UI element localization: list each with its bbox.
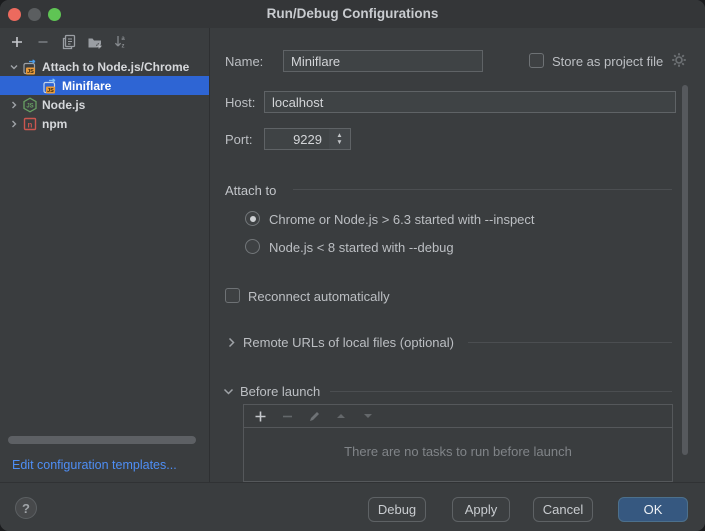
move-down-icon[interactable] xyxy=(361,409,375,423)
port-stepper[interactable]: ▲ ▼ xyxy=(329,128,351,150)
npm-icon: n xyxy=(22,116,38,132)
remote-urls-section-label[interactable]: Remote URLs of local files (optional) xyxy=(243,335,454,350)
before-launch-toolbar xyxy=(244,405,672,428)
apply-button[interactable]: Apply xyxy=(452,497,510,522)
help-button[interactable]: ? xyxy=(15,497,37,519)
reconnect-automatically-label: Reconnect automatically xyxy=(248,289,390,304)
svg-text:JS: JS xyxy=(47,88,54,94)
spinner-up-icon[interactable]: ▲ xyxy=(336,132,342,139)
gear-icon[interactable] xyxy=(671,52,687,68)
svg-text:a: a xyxy=(121,36,125,42)
copy-configuration-icon[interactable] xyxy=(61,34,77,50)
tree-item-label: Node.js xyxy=(42,98,85,112)
separator xyxy=(293,189,672,190)
remove-task-icon[interactable] xyxy=(280,409,294,423)
tree-item-label: Miniflare xyxy=(62,79,111,93)
edit-task-icon[interactable] xyxy=(307,409,321,423)
add-configuration-icon[interactable] xyxy=(9,34,25,50)
chevron-down-icon[interactable] xyxy=(223,386,234,397)
radio-node-debug[interactable] xyxy=(245,239,260,254)
before-launch-panel: There are no tasks to run before launch xyxy=(243,404,673,482)
radio-chrome-inspect[interactable] xyxy=(245,211,260,226)
host-label: Host: xyxy=(225,95,255,110)
spinner-down-icon[interactable]: ▼ xyxy=(336,139,342,146)
add-task-icon[interactable] xyxy=(253,409,267,423)
cancel-button[interactable]: Cancel xyxy=(533,497,593,522)
chevron-right-icon[interactable] xyxy=(6,119,22,129)
remove-configuration-icon[interactable] xyxy=(35,34,51,50)
before-launch-empty-text: There are no tasks to run before launch xyxy=(244,444,672,459)
sort-alphabetically-icon[interactable]: az xyxy=(113,34,129,50)
separator xyxy=(468,342,672,343)
new-folder-icon[interactable] xyxy=(87,34,103,50)
chevron-right-icon[interactable] xyxy=(6,100,22,110)
svg-text:JS: JS xyxy=(26,103,33,109)
attach-config-icon: JS xyxy=(42,78,58,94)
svg-text:z: z xyxy=(122,43,125,49)
port-input[interactable] xyxy=(264,128,330,150)
separator xyxy=(330,391,672,392)
sidebar-horizontal-scrollbar[interactable] xyxy=(8,436,196,444)
dialog-footer: ? Debug Apply Cancel OK xyxy=(0,482,705,531)
sidebar-toolbar: az xyxy=(0,28,209,55)
reconnect-automatically-checkbox[interactable] xyxy=(225,288,240,303)
chevron-right-icon[interactable] xyxy=(226,337,237,348)
tree-item-nodejs[interactable]: JS Node.js xyxy=(0,95,209,114)
attach-config-icon: JS xyxy=(22,59,38,75)
configurations-sidebar: az JS Attach to Node.js/Chrome JS Minifl… xyxy=(0,28,210,482)
tree-item-attach-group[interactable]: JS Attach to Node.js/Chrome xyxy=(0,57,209,76)
tree-item-npm[interactable]: n npm xyxy=(0,114,209,133)
store-as-project-file-checkbox[interactable] xyxy=(529,53,544,68)
move-up-icon[interactable] xyxy=(334,409,348,423)
chevron-down-icon[interactable] xyxy=(6,62,22,72)
store-as-project-file-label: Store as project file xyxy=(552,54,663,69)
svg-text:n: n xyxy=(28,120,33,129)
edit-configuration-templates-link[interactable]: Edit configuration templates... xyxy=(12,458,177,472)
run-debug-configurations-dialog: Run/Debug Configurations az xyxy=(0,0,705,531)
tree-item-label: npm xyxy=(42,117,67,131)
vertical-scrollbar[interactable] xyxy=(682,85,688,455)
name-input[interactable] xyxy=(283,50,483,72)
title-bar: Run/Debug Configurations xyxy=(0,0,705,28)
tree-item-label: Attach to Node.js/Chrome xyxy=(42,60,189,74)
ok-button[interactable]: OK xyxy=(618,497,688,522)
question-mark-icon: ? xyxy=(22,501,30,516)
radio-node-debug-label: Node.js < 8 started with --debug xyxy=(269,240,454,255)
before-launch-section-label[interactable]: Before launch xyxy=(240,384,320,399)
attach-to-group-label: Attach to xyxy=(225,183,276,198)
configurations-tree: JS Attach to Node.js/Chrome JS Miniflare… xyxy=(0,57,209,133)
port-label: Port: xyxy=(225,132,252,147)
name-label: Name: xyxy=(225,54,263,69)
debug-button[interactable]: Debug xyxy=(368,497,426,522)
dialog-title: Run/Debug Configurations xyxy=(0,0,705,28)
svg-text:JS: JS xyxy=(27,69,34,75)
radio-chrome-inspect-label: Chrome or Node.js > 6.3 started with --i… xyxy=(269,212,535,227)
host-input[interactable] xyxy=(264,91,676,113)
nodejs-icon: JS xyxy=(22,97,38,113)
tree-item-miniflare[interactable]: JS Miniflare xyxy=(0,76,209,95)
